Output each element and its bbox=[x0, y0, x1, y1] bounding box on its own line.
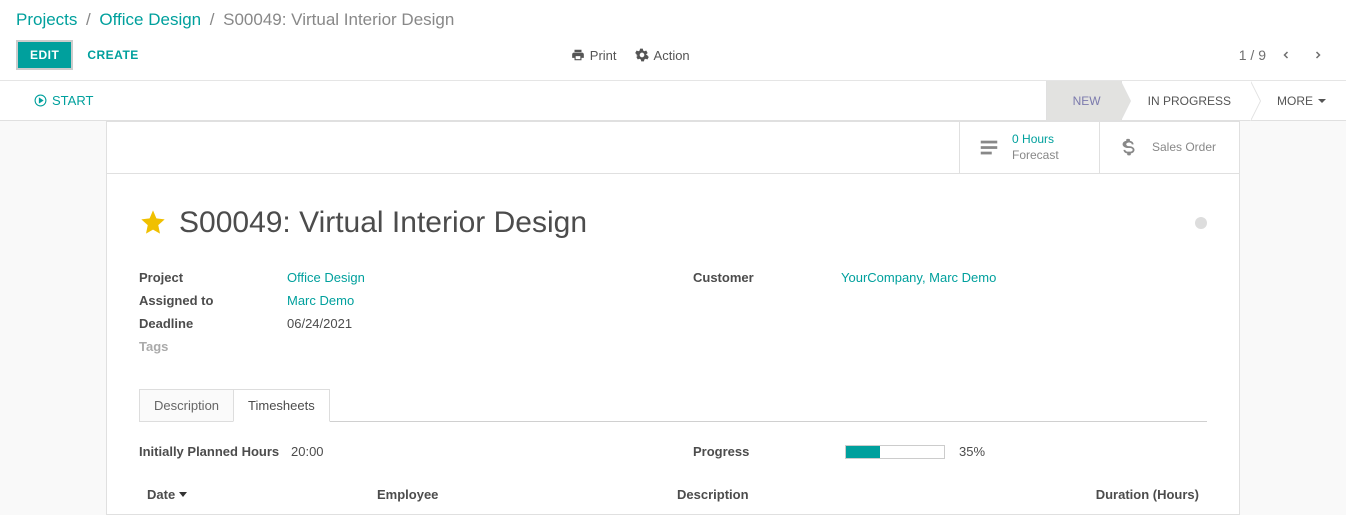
print-button[interactable]: Print bbox=[571, 48, 617, 63]
field-tags: Tags bbox=[139, 335, 653, 358]
tab-timesheets[interactable]: Timesheets bbox=[233, 389, 330, 422]
tabs: Description Timesheets bbox=[139, 388, 1207, 422]
fields-grid: Project Office Design Assigned to Marc D… bbox=[139, 266, 1207, 358]
timesheet-table-header: Date Employee Description Duration (Hour… bbox=[139, 483, 1207, 506]
breadcrumb-projects[interactable]: Projects bbox=[16, 10, 77, 29]
stage-more-label: MORE bbox=[1277, 94, 1313, 108]
caret-down-icon bbox=[1318, 99, 1326, 103]
project-value[interactable]: Office Design bbox=[287, 270, 365, 285]
customer-label: Customer bbox=[693, 270, 841, 285]
planned-hours: Initially Planned Hours 20:00 bbox=[139, 444, 653, 459]
customer-value[interactable]: YourCompany, Marc Demo bbox=[841, 270, 996, 285]
planned-label: Initially Planned Hours bbox=[139, 444, 291, 459]
stage-in-progress[interactable]: IN PROGRESS bbox=[1121, 81, 1251, 120]
stage-new[interactable]: NEW bbox=[1046, 81, 1121, 120]
field-deadline: Deadline 06/24/2021 bbox=[139, 312, 653, 335]
dollar-icon bbox=[1118, 137, 1140, 159]
create-button[interactable]: CREATE bbox=[75, 42, 150, 68]
progress-text: 35% bbox=[959, 444, 985, 459]
col-date-label: Date bbox=[147, 487, 175, 502]
breadcrumb-office-design[interactable]: Office Design bbox=[99, 10, 201, 29]
forecast-stat-button[interactable]: 0 Hours Forecast bbox=[959, 122, 1099, 173]
col-date[interactable]: Date bbox=[147, 487, 377, 502]
tab-description[interactable]: Description bbox=[139, 389, 234, 422]
col-duration[interactable]: Duration (Hours) bbox=[1049, 487, 1199, 502]
assigned-value[interactable]: Marc Demo bbox=[287, 293, 354, 308]
sheet-wrap: 0 Hours Forecast Sales Order S00049: Vir… bbox=[0, 121, 1346, 515]
field-assigned: Assigned to Marc Demo bbox=[139, 289, 653, 312]
print-icon bbox=[571, 48, 585, 62]
col-description[interactable]: Description bbox=[677, 487, 1049, 502]
sheet-body: S00049: Virtual Interior Design Project … bbox=[107, 174, 1239, 514]
progress-fill bbox=[846, 446, 880, 458]
pager-next[interactable] bbox=[1306, 43, 1330, 67]
record-title: S00049: Virtual Interior Design bbox=[179, 206, 587, 240]
kanban-state-dot[interactable] bbox=[1195, 217, 1207, 229]
forecast-unit: Hours bbox=[1022, 132, 1054, 146]
tab-content-timesheets: Initially Planned Hours 20:00 Progress 3… bbox=[139, 444, 1207, 506]
deadline-label: Deadline bbox=[139, 316, 287, 331]
action-label: Action bbox=[654, 48, 690, 63]
status-bar: START NEW IN PROGRESS MORE bbox=[0, 81, 1346, 121]
deadline-value: 06/24/2021 bbox=[287, 316, 352, 331]
edit-button[interactable]: EDIT bbox=[16, 40, 73, 70]
col-employee[interactable]: Employee bbox=[377, 487, 677, 502]
pager-prev[interactable] bbox=[1274, 43, 1298, 67]
planned-value: 20:00 bbox=[291, 444, 324, 459]
progress-field: Progress 35% bbox=[693, 444, 1207, 459]
breadcrumb-sep: / bbox=[210, 10, 215, 29]
field-project: Project Office Design bbox=[139, 266, 653, 289]
tasks-icon bbox=[978, 137, 1000, 159]
stage-more[interactable]: MORE bbox=[1251, 81, 1346, 120]
breadcrumb-sep: / bbox=[86, 10, 91, 29]
control-bar: EDIT CREATE Print Action 1 / 9 bbox=[0, 36, 1346, 81]
forecast-text: 0 Hours Forecast bbox=[1012, 132, 1059, 163]
tags-label: Tags bbox=[139, 339, 287, 354]
stat-button-box: 0 Hours Forecast Sales Order bbox=[107, 122, 1239, 174]
form-sheet: 0 Hours Forecast Sales Order S00049: Vir… bbox=[106, 121, 1240, 515]
forecast-label: Forecast bbox=[1012, 148, 1059, 162]
field-customer: Customer YourCompany, Marc Demo bbox=[693, 266, 1207, 289]
right-col: Customer YourCompany, Marc Demo bbox=[693, 266, 1207, 358]
pager-text: 1 / 9 bbox=[1239, 47, 1266, 63]
breadcrumb-current: S00049: Virtual Interior Design bbox=[223, 10, 454, 29]
project-label: Project bbox=[139, 270, 287, 285]
pager: 1 / 9 bbox=[1239, 43, 1330, 67]
title-row: S00049: Virtual Interior Design bbox=[139, 206, 1207, 240]
print-label: Print bbox=[590, 48, 617, 63]
timesheet-summary: Initially Planned Hours 20:00 Progress 3… bbox=[139, 444, 1207, 459]
progress-wrap: 35% bbox=[845, 444, 985, 459]
forecast-value: 0 bbox=[1012, 132, 1019, 146]
play-icon bbox=[34, 94, 47, 107]
star-icon[interactable] bbox=[139, 208, 167, 239]
stages: NEW IN PROGRESS MORE bbox=[1046, 81, 1346, 120]
start-label: START bbox=[52, 93, 93, 108]
left-col: Project Office Design Assigned to Marc D… bbox=[139, 266, 653, 358]
gear-icon bbox=[635, 48, 649, 62]
breadcrumb: Projects / Office Design / S00049: Virtu… bbox=[0, 0, 1346, 36]
assigned-label: Assigned to bbox=[139, 293, 287, 308]
sales-order-label: Sales Order bbox=[1152, 140, 1216, 156]
start-button[interactable]: START bbox=[0, 93, 105, 108]
action-button[interactable]: Action bbox=[635, 48, 690, 63]
sales-order-stat-button[interactable]: Sales Order bbox=[1099, 122, 1239, 173]
progress-label: Progress bbox=[693, 444, 845, 459]
center-actions: Print Action bbox=[571, 48, 690, 63]
progress-bar bbox=[845, 445, 945, 459]
sort-desc-icon bbox=[179, 492, 187, 497]
